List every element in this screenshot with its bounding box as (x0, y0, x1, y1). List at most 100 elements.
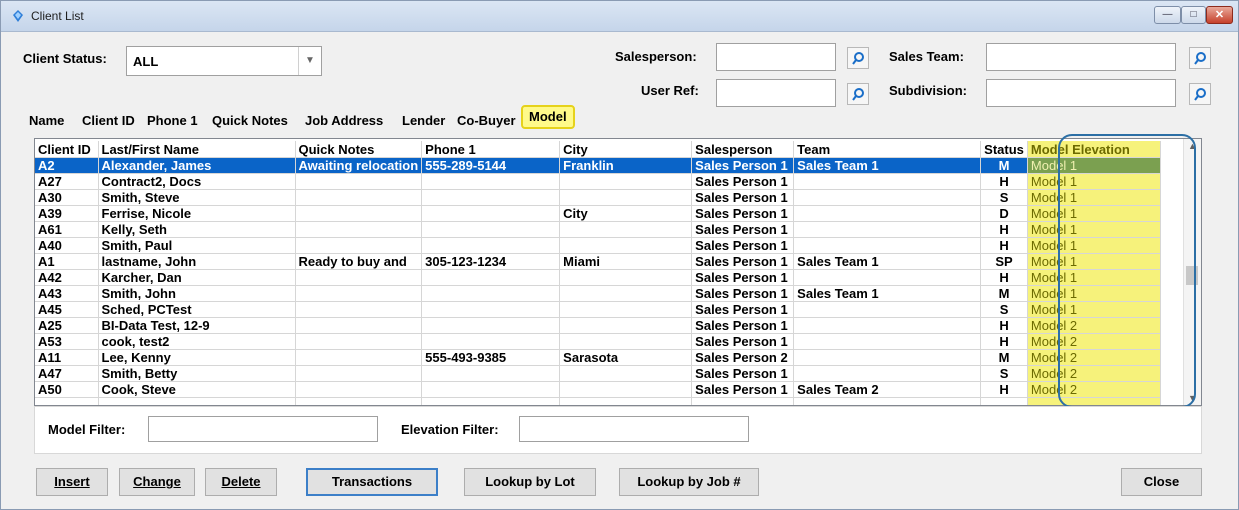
table-cell: A30 (35, 189, 99, 206)
sales-team-lookup-button[interactable] (1189, 47, 1211, 69)
window-title: Client List (31, 9, 84, 23)
grid-scrollbar[interactable]: ▲ ▼ (1183, 139, 1201, 405)
tab-client-id[interactable]: Client ID (82, 113, 135, 128)
insert-button[interactable]: Insert (36, 468, 108, 496)
scroll-down-icon[interactable]: ▼ (1188, 393, 1197, 403)
tab-name[interactable]: Name (29, 113, 64, 128)
chevron-down-icon: ▼ (298, 47, 321, 75)
table-row[interactable]: A53 cook, test2 Sales Person 1 H Model 2 (35, 333, 1161, 350)
scrollbar-thumb[interactable] (1186, 266, 1198, 285)
table-cell: H (980, 381, 1028, 398)
table-row[interactable]: A61 Kelly, Seth Sales Person 1 H Model 1 (35, 221, 1161, 238)
table-cell: Smith, Paul (98, 237, 296, 254)
delete-button[interactable]: Delete (205, 468, 277, 496)
table-cell (295, 269, 423, 286)
table-cell: Ferrise, Nicole (98, 205, 296, 222)
close-button[interactable]: Close (1121, 468, 1202, 496)
table-cell (421, 317, 561, 334)
table-cell: A61 (35, 221, 99, 238)
table-cell: Ready to buy and (295, 253, 423, 270)
transactions-button-label: Transactions (331, 474, 413, 489)
table-row[interactable]: A25 BI-Data Test, 12-9 Sales Person 1 H Mode… (35, 317, 1161, 334)
table-cell: A50 (35, 381, 99, 398)
table-cell: Sales Team 1 (793, 285, 982, 302)
change-button[interactable]: Change (119, 468, 195, 496)
transactions-button[interactable]: Transactions (306, 468, 438, 496)
table-row[interactable]: A45 Sched, PCTest Sales Person 1 S Model 1 (35, 301, 1161, 318)
salesperson-input[interactable] (716, 43, 836, 71)
table-cell (793, 237, 982, 254)
table-cell (421, 221, 561, 238)
table-cell (295, 221, 423, 238)
salesperson-lookup-button[interactable] (847, 47, 869, 69)
model-filter-input[interactable] (148, 416, 378, 442)
table-cell (793, 205, 982, 222)
column-header[interactable]: Client ID (35, 141, 99, 158)
table-cell (559, 333, 693, 350)
column-header[interactable]: City (559, 141, 693, 158)
table-row[interactable]: A30 Smith, Steve Sales Person 1 S Model 1 (35, 189, 1161, 206)
table-cell (793, 301, 982, 318)
table-row[interactable]: A2 Alexander, James Awaiting relocation 555… (35, 157, 1161, 174)
table-cell (295, 333, 423, 350)
maximize-icon: □ (1190, 9, 1197, 20)
column-header[interactable]: Team (793, 141, 982, 158)
table-cell: Miami (559, 253, 693, 270)
tab-lender[interactable]: Lender (402, 113, 445, 128)
table-row[interactable]: A43 Smith, John Sales Person 1 Sales Team 1… (35, 285, 1161, 302)
lookup-by-job-button[interactable]: Lookup by Job # (619, 468, 759, 496)
elevation-filter-input[interactable] (519, 416, 749, 442)
scroll-up-icon[interactable]: ▲ (1188, 141, 1197, 151)
sales-team-input[interactable] (986, 43, 1176, 71)
empty-row (35, 397, 1161, 405)
table-row[interactable]: A11 Lee, Kenny 555-493-9385 Sarasota Sales P… (35, 349, 1161, 366)
tab-job-address[interactable]: Job Address (305, 113, 383, 128)
table-cell: M (980, 285, 1028, 302)
table-row[interactable]: A27 Contract2, Docs Sales Person 1 H Model 1 (35, 173, 1161, 190)
table-cell (421, 269, 561, 286)
close-window-button[interactable]: ✕ (1206, 6, 1233, 24)
subdivision-input[interactable] (986, 79, 1176, 107)
table-cell: S (980, 365, 1028, 382)
table-cell (421, 333, 561, 350)
table-cell (793, 269, 982, 286)
table-row[interactable]: A42 Karcher, Dan Sales Person 1 H Model 1 (35, 269, 1161, 286)
table-cell: Sales Person 1 (691, 173, 795, 190)
table-row[interactable]: A1 lastname, John Ready to buy and 305-123-… (35, 253, 1161, 270)
column-header[interactable]: Salesperson (691, 141, 795, 158)
table-cell (691, 397, 795, 405)
minimize-button[interactable]: — (1154, 6, 1181, 24)
table-cell (98, 397, 296, 405)
tab-co-buyer[interactable]: Co-Buyer (457, 113, 516, 128)
table-cell: H (980, 317, 1028, 334)
subdivision-lookup-button[interactable] (1189, 83, 1211, 105)
grid-header-row: Client ID Last/First Name Quick Notes Phone… (35, 141, 1161, 158)
table-cell: A45 (35, 301, 99, 318)
client-table: Client ID Last/First Name Quick Notes Phone… (35, 141, 1161, 405)
table-row[interactable]: A40 Smith, Paul Sales Person 1 H Model 1 (35, 237, 1161, 254)
table-cell: Franklin (559, 157, 693, 174)
tab-quick-notes[interactable]: Quick Notes (212, 113, 288, 128)
table-row[interactable]: A47 Smith, Betty Sales Person 1 S Model 2 (35, 365, 1161, 382)
tab-phone-1[interactable]: Phone 1 (147, 113, 198, 128)
client-status-select[interactable]: ALL ▼ (126, 46, 322, 76)
maximize-button[interactable]: □ (1181, 6, 1206, 24)
table-cell: City (559, 205, 693, 222)
column-header[interactable]: Quick Notes (295, 141, 423, 158)
user-ref-lookup-button[interactable] (847, 83, 869, 105)
table-row[interactable]: A39 Ferrise, Nicole City Sales Person 1 D Mod… (35, 205, 1161, 222)
lookup-by-lot-button[interactable]: Lookup by Lot (464, 468, 596, 496)
table-cell: Model 1 (1027, 221, 1161, 238)
tab-model[interactable]: Model (521, 105, 575, 129)
client-grid[interactable]: Client ID Last/First Name Quick Notes Phone… (34, 138, 1202, 406)
table-cell: Model 1 (1027, 237, 1161, 254)
user-ref-input[interactable] (716, 79, 836, 107)
column-header[interactable]: Phone 1 (421, 141, 561, 158)
table-cell (793, 349, 982, 366)
table-cell (793, 317, 982, 334)
table-cell: A25 (35, 317, 99, 334)
column-header[interactable]: Status (980, 141, 1028, 158)
column-header[interactable]: Model Elevation (1027, 141, 1161, 158)
column-header[interactable]: Last/First Name (98, 141, 296, 158)
table-row[interactable]: A50 Cook, Steve Sales Person 1 Sales Team 2… (35, 381, 1161, 398)
